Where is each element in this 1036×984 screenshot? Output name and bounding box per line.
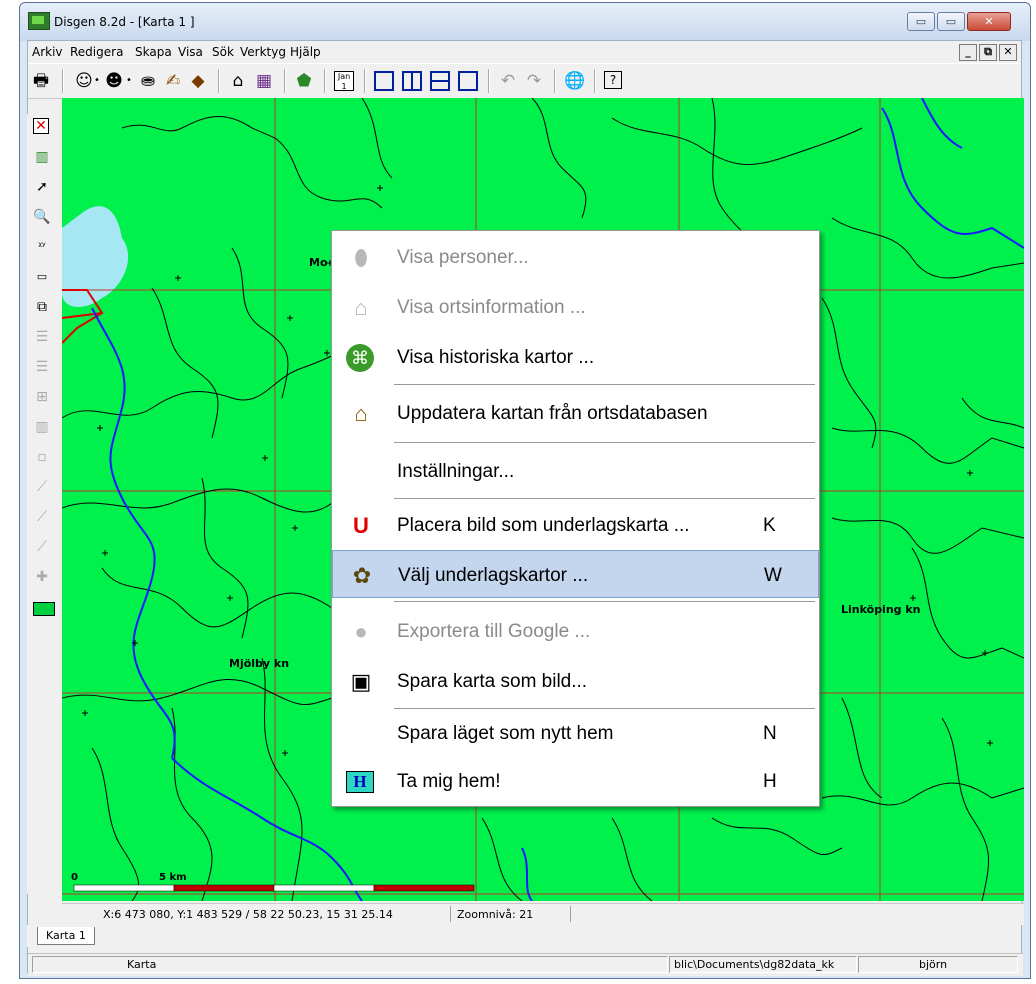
book-icon[interactable]: ◆ <box>188 71 208 91</box>
status-panel-path: blic\Documents\dg82data_kk <box>669 956 857 973</box>
status-panel-user: björn <box>858 956 1018 973</box>
mdi-buttons: _ ⧉ ✕ <box>959 44 1017 61</box>
title-bar[interactable]: Disgen 8.2d - [Karta 1 ] ▭ ▭ ✕ <box>20 3 1030 41</box>
layout-vertical-icon[interactable] <box>402 71 422 91</box>
close-button[interactable]: ✕ <box>967 12 1011 31</box>
menu-arkiv[interactable]: Arkiv <box>32 45 63 59</box>
zoom-level: Zoomnivå: 21 <box>457 908 534 921</box>
dropdown-arrow-icon[interactable]: • <box>92 71 102 91</box>
town-label-mo: Mo <box>309 256 328 269</box>
line-tool3-icon[interactable]: ⟋ <box>33 538 51 556</box>
menu-item-visa-historiska-kartor[interactable]: ⌘ Visa historiska kartor ... <box>332 333 819 381</box>
map-select-icon: ✿ <box>352 563 372 588</box>
historic-map-icon: ⌘ <box>346 344 374 372</box>
scale-zero-label: 0 <box>71 872 78 883</box>
map-green-icon[interactable]: ⬟ <box>294 71 314 91</box>
ruler-icon[interactable]: ▭ <box>33 268 51 286</box>
menu-item-exportera-google[interactable]: ● Exportera till Google ... <box>332 607 819 655</box>
menu-item-installningar[interactable]: Inställningar... <box>332 447 819 495</box>
tab-strip: Karta 1 <box>27 925 1005 947</box>
scale-bar <box>73 884 475 892</box>
home-h-icon: H <box>346 771 374 793</box>
menu-verktyg[interactable]: Verktyg <box>240 45 286 59</box>
menu-item-visa-personer[interactable]: ⬮ Visa personer... <box>332 233 819 281</box>
undo-icon[interactable]: ↶ <box>498 71 518 91</box>
coordinate-icon[interactable]: ᵡʸ <box>33 238 51 256</box>
books-icon[interactable]: ▦ <box>254 71 274 91</box>
menu-item-visa-ortsinformation[interactable]: ⌂ Visa ortsinformation ... <box>332 283 819 331</box>
list-icon[interactable]: ☰ <box>33 328 51 346</box>
save-image-icon: ▣ <box>350 669 372 694</box>
menu-item-spara-laget[interactable]: Spara läget som nytt hem N <box>332 709 819 757</box>
status-bar: Karta blic\Documents\dg82data_kk björn <box>28 953 1023 976</box>
mdi-minimize-button[interactable]: _ <box>959 44 977 61</box>
dropdown-arrow-icon[interactable]: • <box>124 71 134 91</box>
mdi-restore-button[interactable]: ⧉ <box>979 44 997 61</box>
person-head-icon: ⬮ <box>354 245 368 270</box>
menu-item-ta-mig-hem[interactable]: H Ta mig hem! H <box>332 757 819 805</box>
app-logo-icon <box>28 12 50 30</box>
toolbar: 🖶 ☺ • ☻ • ⛂ ✍ ◆ ⌂ ▦ ⬟ Jan 1 ↶ ↷ 🌐 ? <box>28 63 1021 99</box>
menu-skapa[interactable]: Skapa <box>135 45 172 59</box>
menu-item-spara-karta-som-bild[interactable]: ▣ Spara karta som bild... <box>332 657 819 705</box>
menu-item-uppdatera-kartan[interactable]: ⌂ Uppdatera kartan från ortsdatabasen <box>332 389 819 437</box>
house-icon: ⌂ <box>354 295 368 320</box>
pointer-icon[interactable]: ➚ <box>33 178 51 196</box>
layout-single-icon[interactable] <box>374 71 394 91</box>
u-icon: U <box>353 513 369 538</box>
google-icon: ● <box>354 619 368 644</box>
coordinate-bar: X:6 473 080, Y:1 483 529 / 58 22 50.23, … <box>62 903 1024 925</box>
globe-icon[interactable]: 🌐 <box>564 71 585 91</box>
house-update-icon: ⌂ <box>354 401 368 426</box>
line-tool2-icon[interactable]: ⟋ <box>33 508 51 526</box>
minimize-button[interactable]: ▭ <box>907 12 935 31</box>
status-panel-mode: Karta <box>32 956 668 973</box>
list2-icon[interactable]: ☰ <box>33 358 51 376</box>
line-tool-icon[interactable]: ⟋ <box>33 478 51 496</box>
menu-bar: Arkiv Redigera Skapa Visa Sök Verktyg Hj… <box>28 41 1021 63</box>
land-color-icon[interactable] <box>33 602 55 616</box>
layout-cascade-icon[interactable] <box>458 71 478 91</box>
calendar-icon[interactable]: Jan 1 <box>334 71 354 91</box>
pin-icon[interactable]: ✚ <box>33 568 51 586</box>
context-menu: ⬮ Visa personer... ⌂ Visa ortsinformatio… <box>331 230 820 807</box>
window-title: Disgen 8.2d - [Karta 1 ] <box>54 15 195 29</box>
tab-karta-1[interactable]: Karta 1 <box>37 927 95 945</box>
menu-visa[interactable]: Visa <box>178 45 203 59</box>
hand-book-icon[interactable]: ✍ <box>163 71 183 91</box>
menu-item-placera-bild[interactable]: U Placera bild som underlagskarta ... K <box>332 501 819 549</box>
menu-item-valj-underlagskartor[interactable]: ✿ Välj underlagskartor ... W <box>332 550 819 598</box>
printer-icon[interactable]: 🖶 <box>31 71 51 91</box>
columns-icon[interactable]: ▥ <box>33 418 51 436</box>
close-map-icon[interactable]: ✕ <box>33 118 49 134</box>
town-label-mjolby: Mjölby kn <box>229 657 290 670</box>
zoom-icon[interactable]: 🔍 <box>33 208 51 226</box>
left-toolstrip: ✕ ▥ ➚ 🔍 ᵡʸ ▭ ⧉ ☰ ☰ ⊞ ▥ ▫ ⟋ ⟋ ⟋ ✚ <box>27 114 57 894</box>
menu-hjalp[interactable]: Hjälp <box>290 45 321 59</box>
maximize-button[interactable]: ▭ <box>937 12 965 31</box>
town-label-linkoping: Linköping kn <box>841 603 921 616</box>
coordinate-readout: X:6 473 080, Y:1 483 529 / 58 22 50.23, … <box>103 908 393 921</box>
copy-icon[interactable]: ⧉ <box>33 298 51 316</box>
point-icon[interactable]: ▫ <box>33 448 51 466</box>
binoculars-icon[interactable]: ⛂ <box>138 71 158 91</box>
map-layers-icon[interactable]: ▥ <box>33 148 51 166</box>
scale-km-label: 5 km <box>159 872 187 883</box>
menu-redigera[interactable]: Redigera <box>70 45 123 59</box>
help-icon[interactable]: ? <box>604 71 622 89</box>
layout-horizontal-icon[interactable] <box>430 71 450 91</box>
people-search-icon[interactable]: ☻ <box>104 71 124 91</box>
person-icon[interactable]: ☺ <box>74 71 94 91</box>
mdi-close-button[interactable]: ✕ <box>999 44 1017 61</box>
menu-sok[interactable]: Sök <box>212 45 234 59</box>
home-icon[interactable]: ⌂ <box>228 71 248 91</box>
redo-icon[interactable]: ↷ <box>524 71 544 91</box>
tree-icon[interactable]: ⊞ <box>33 388 51 406</box>
